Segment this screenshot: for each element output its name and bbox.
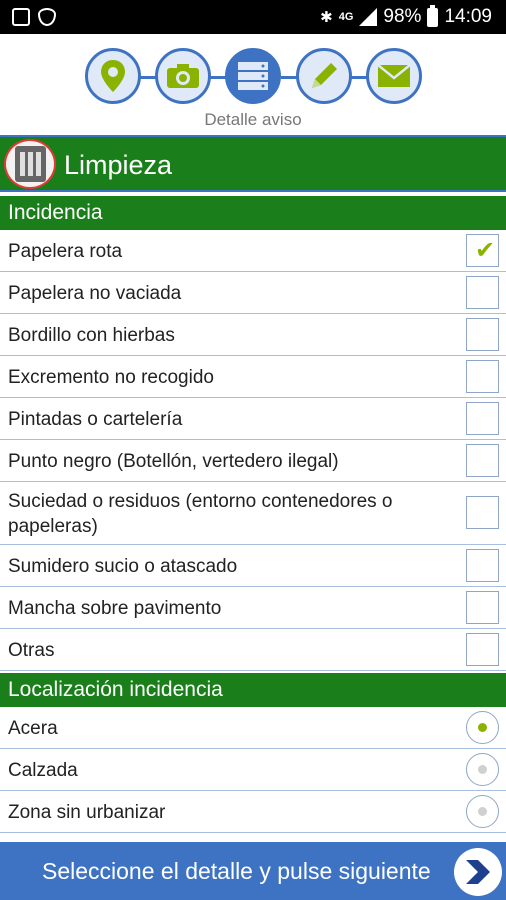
shield-icon (38, 8, 56, 26)
radio[interactable] (466, 795, 499, 828)
location-pin-icon (101, 60, 125, 92)
list-item[interactable]: Papelera rota ✔ (0, 230, 506, 272)
checkbox[interactable] (466, 402, 499, 435)
step-detail[interactable] (225, 48, 281, 104)
checkbox[interactable] (466, 496, 499, 529)
checkbox-checked[interactable]: ✔ (466, 234, 499, 267)
step-photo[interactable] (155, 48, 211, 104)
chevron-right-icon (466, 860, 490, 884)
footer-bar: Seleccione el detalle y pulse siguiente (0, 842, 506, 900)
list-item[interactable]: Mancha sobre pavimento (0, 587, 506, 629)
option-label: Acera (8, 718, 58, 739)
item-label: Papelera no vaciada (8, 283, 182, 304)
network-type: 4G (338, 11, 354, 23)
radio-selected[interactable] (466, 711, 499, 744)
option-label: Zona sin urbanizar (8, 802, 166, 823)
list-item[interactable]: Pintadas o cartelería (0, 398, 506, 440)
bluetooth-icon: ✱ (320, 9, 333, 26)
radio[interactable] (466, 753, 499, 786)
camera-icon (167, 64, 199, 88)
battery-level: 98% (383, 6, 422, 27)
check-icon: ✔ (475, 237, 496, 264)
step-caption: Detalle aviso (204, 110, 302, 129)
step-indicator: Detalle aviso (0, 34, 506, 132)
radio-option[interactable]: Acera (0, 707, 506, 749)
footer-instruction: Seleccione el detalle y pulse siguiente (42, 858, 431, 884)
category-bar: Limpieza (0, 135, 506, 192)
status-bar: ✱ 4G 98% 14:09 (0, 0, 506, 34)
step-location[interactable] (85, 48, 141, 104)
step-send[interactable] (366, 48, 422, 104)
item-label: Excremento no recogido (8, 367, 214, 388)
item-label: Punto negro (Botellón, vertedero ilegal) (8, 451, 339, 472)
item-label: Suciedad o residuos (entorno contenedore… (8, 491, 393, 537)
item-label: Otras (8, 640, 55, 661)
list-item[interactable]: Bordillo con hierbas (0, 314, 506, 356)
gallery-icon (12, 8, 30, 26)
next-button[interactable] (454, 848, 502, 896)
list-item[interactable]: Sumidero sucio o atascado (0, 545, 506, 587)
option-label: Calzada (8, 760, 78, 781)
category-title: Limpieza (64, 150, 173, 180)
checkbox[interactable] (466, 360, 499, 393)
checkbox[interactable] (466, 276, 499, 309)
section-header-incidencia: Incidencia (0, 196, 506, 230)
signal-icon (359, 8, 378, 26)
checkbox[interactable] (466, 633, 499, 666)
list-item[interactable]: Excremento no recogido (0, 356, 506, 398)
envelope-icon (377, 64, 411, 87)
checkbox[interactable] (466, 549, 499, 582)
checkbox[interactable] (466, 591, 499, 624)
clock: 14:09 (444, 6, 492, 27)
item-label: Sumidero sucio o atascado (8, 556, 238, 577)
list-item[interactable]: Suciedad o residuos (entorno contenedore… (0, 482, 506, 545)
list-item[interactable]: Punto negro (Botellón, vertedero ilegal) (0, 440, 506, 482)
section-header-localizacion: Localización incidencia (0, 673, 506, 707)
checkbox[interactable] (466, 318, 499, 351)
step-edit[interactable] (296, 48, 352, 104)
radio-option[interactable]: Calzada (0, 749, 506, 791)
pencil-icon (312, 63, 337, 88)
list-item[interactable]: Otras (0, 629, 506, 671)
item-label: Papelera rota (8, 241, 123, 262)
list-item[interactable]: Papelera no vaciada (0, 272, 506, 314)
item-label: Mancha sobre pavimento (8, 598, 222, 619)
item-label: Pintadas o cartelería (8, 409, 183, 430)
container-icon[interactable] (4, 139, 56, 189)
radio-option[interactable]: Zona sin urbanizar (0, 791, 506, 833)
battery-icon (427, 4, 439, 27)
checkbox[interactable] (466, 444, 499, 477)
list-icon (238, 62, 268, 90)
item-label: Bordillo con hierbas (8, 325, 175, 346)
